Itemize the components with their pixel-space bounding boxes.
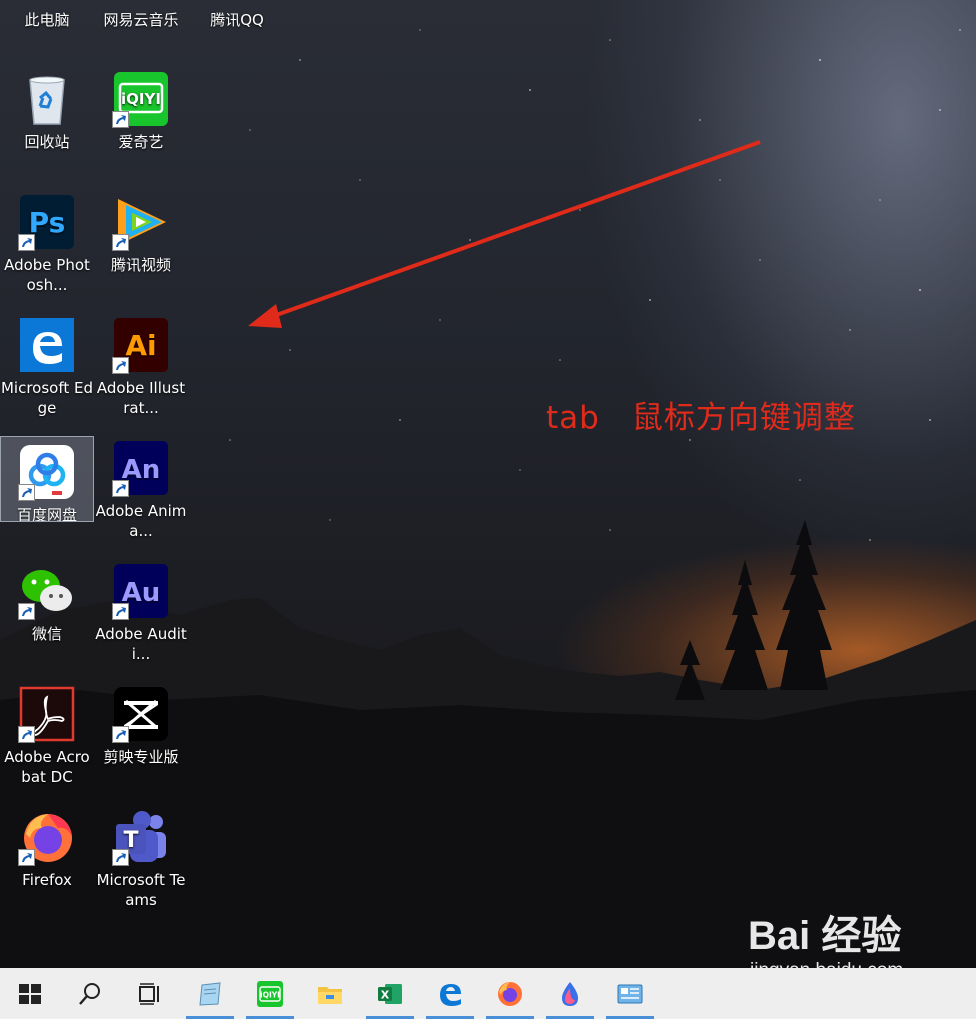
excel-icon: X [378,983,402,1004]
edge-icon [440,983,461,1006]
file-explorer-icon [318,986,342,1004]
task-view-icon [139,982,159,1005]
taskbar: iQIYI X [0,968,976,1019]
excel-letter: X [381,988,390,1001]
watermark-logo: Bai 经验 [748,914,902,958]
start-button[interactable] [0,968,60,1019]
search-icon [79,982,100,1005]
taskbar-iqiyi[interactable]: iQIYI [240,968,300,1019]
taskbar-excel[interactable]: X [360,968,420,1019]
taskbar-control-panel[interactable] [600,968,660,1019]
notepad-icon [199,981,221,1006]
annotation-text: tab 鼠标方向键调整 [546,400,856,436]
taskbar-firefox[interactable] [480,968,540,1019]
drop-app-icon [562,981,578,1006]
taskbar-drop-app[interactable] [540,968,600,1019]
search-button[interactable] [60,968,120,1019]
task-view-button[interactable] [120,968,180,1019]
iqiyi-icon: iQIYI [257,980,283,1007]
annotation-arrow [248,140,761,328]
iqiyi-logo-text: iQIYI [260,990,280,999]
control-panel-icon [617,984,643,1003]
taskbar-edge[interactable] [420,968,480,1019]
taskbar-notepad[interactable] [180,968,240,1019]
taskbar-file-explorer[interactable] [300,968,360,1019]
firefox-icon [498,981,522,1006]
windows-start-icon [19,983,41,1004]
